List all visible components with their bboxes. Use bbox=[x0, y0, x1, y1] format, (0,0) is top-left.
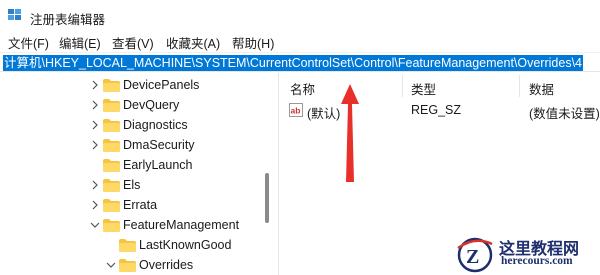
chevron-right-icon[interactable] bbox=[90, 120, 100, 130]
folder-open-icon bbox=[103, 219, 120, 232]
tree-item-label: Errata bbox=[123, 198, 158, 212]
menu-edit[interactable]: 编辑(E) bbox=[57, 33, 103, 52]
tree-item-els[interactable]: Els bbox=[0, 175, 265, 195]
chevron-right-icon[interactable] bbox=[90, 80, 100, 90]
tree-item-earlylaunch[interactable]: EarlyLaunch bbox=[0, 155, 265, 175]
column-divider[interactable] bbox=[519, 75, 520, 97]
title-bar: 注册表编辑器 bbox=[0, 0, 600, 31]
chevron-right-icon[interactable] bbox=[90, 140, 100, 150]
tree-item-label: DevQuery bbox=[123, 98, 180, 112]
tree-item-label: DmaSecurity bbox=[123, 138, 195, 152]
value-data: (数值未设置) bbox=[529, 107, 600, 121]
folder-icon bbox=[103, 139, 120, 152]
folder-icon bbox=[103, 159, 120, 172]
tree-item-label: Diagnostics bbox=[123, 118, 188, 132]
tree-item-label: DevicePanels bbox=[123, 78, 200, 92]
value-type: REG_SZ bbox=[411, 103, 462, 117]
string-value-icon: ab bbox=[289, 103, 303, 117]
tree-item-errata[interactable]: Errata bbox=[0, 195, 265, 215]
tree-item-devicepanels[interactable]: DevicePanels bbox=[0, 75, 265, 95]
tree-item-diagnostics[interactable]: Diagnostics bbox=[0, 115, 265, 135]
chevron-right-icon[interactable] bbox=[90, 180, 100, 190]
chevron-down-icon[interactable] bbox=[90, 220, 100, 230]
tree-item-devquery[interactable]: DevQuery bbox=[0, 95, 265, 115]
menu-file[interactable]: 文件(F) bbox=[6, 33, 51, 52]
tree-scrollbar-thumb[interactable] bbox=[265, 173, 269, 223]
tree-item-label: FeatureManagement bbox=[123, 218, 240, 232]
folder-icon bbox=[103, 119, 120, 132]
tree-item-dmasecurity[interactable]: DmaSecurity bbox=[0, 135, 265, 155]
menu-help[interactable]: 帮助(H) bbox=[230, 33, 276, 52]
column-divider[interactable] bbox=[402, 75, 403, 97]
tree-item-label: EarlyLaunch bbox=[123, 158, 193, 172]
value-name: (默认) bbox=[307, 107, 341, 121]
svg-text:ab: ab bbox=[291, 106, 301, 116]
tree-item-label: Els bbox=[123, 178, 141, 192]
folder-icon bbox=[103, 199, 120, 212]
menu-favorites[interactable]: 收藏夹(A) bbox=[164, 33, 222, 52]
folder-icon bbox=[103, 99, 120, 112]
menu-view[interactable]: 查看(V) bbox=[110, 33, 156, 52]
address-bar[interactable]: 计算机\HKEY_LOCAL_MACHINE\SYSTEM\CurrentCon… bbox=[0, 52, 600, 72]
tree-item-lastknowngood[interactable]: LastKnownGood bbox=[0, 235, 265, 255]
tree-item-label: LastKnownGood bbox=[139, 238, 232, 252]
tree-item-featuremanagement[interactable]: FeatureManagement bbox=[0, 215, 265, 235]
tree-item-overrides[interactable]: Overrides bbox=[0, 255, 265, 275]
address-path[interactable]: 计算机\HKEY_LOCAL_MACHINE\SYSTEM\CurrentCon… bbox=[3, 55, 583, 71]
chevron-right-icon[interactable] bbox=[90, 100, 100, 110]
watermark: Z 这里教程网 herecours.com bbox=[455, 232, 600, 275]
chevron-down-icon[interactable] bbox=[106, 260, 116, 270]
watermark-url: herecours.com bbox=[501, 255, 573, 267]
column-header-data[interactable]: 数据 bbox=[529, 79, 554, 98]
svg-text:Z: Z bbox=[466, 246, 479, 268]
tree-item-label: Overrides bbox=[139, 258, 194, 272]
folder-open-icon bbox=[119, 259, 136, 272]
folder-icon bbox=[103, 79, 120, 92]
menu-bar: 文件(F) 编辑(E) 查看(V) 收藏夹(A) 帮助(H) bbox=[0, 31, 600, 51]
folder-icon bbox=[103, 179, 120, 192]
column-header-type[interactable]: 类型 bbox=[411, 79, 436, 98]
chevron-right-icon[interactable] bbox=[90, 200, 100, 210]
key-tree-pane[interactable]: DevicePanels DevQuery Diagnostics DmaSec… bbox=[0, 73, 278, 275]
folder-icon bbox=[119, 239, 136, 252]
registry-editor-icon bbox=[8, 9, 21, 20]
window-title: 注册表编辑器 bbox=[30, 13, 106, 27]
watermark-logo: Z bbox=[457, 237, 493, 273]
column-header-name[interactable]: 名称 bbox=[290, 79, 315, 98]
